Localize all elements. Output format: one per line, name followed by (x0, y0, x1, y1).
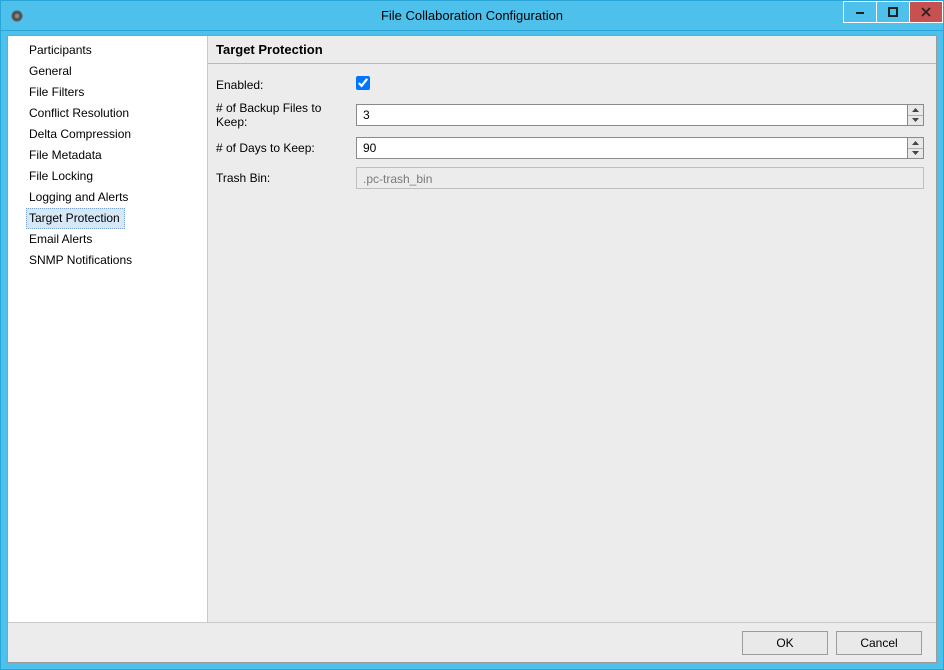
spinner-days-to-keep (908, 137, 924, 159)
input-trash-bin: .pc-trash_bin (356, 167, 924, 189)
section-title: Target Protection (208, 36, 936, 64)
sidebar-item-logging-and-alerts[interactable]: Logging and Alerts (26, 187, 133, 208)
app-icon (9, 8, 25, 24)
sidebar-item-general[interactable]: General (26, 61, 77, 82)
maximize-button[interactable] (876, 1, 910, 23)
row-trash-bin: Trash Bin: .pc-trash_bin (216, 167, 924, 189)
input-backup-files[interactable] (356, 104, 908, 126)
sidebar-item-snmp-notifications[interactable]: SNMP Notifications (26, 250, 137, 271)
sidebar-item-file-metadata[interactable]: File Metadata (26, 145, 107, 166)
spinner-up-icon[interactable] (908, 138, 923, 149)
client-area: Participants General File Filters Confli… (1, 31, 943, 669)
button-bar: OK Cancel (8, 622, 936, 662)
spinner-backup-files (908, 104, 924, 126)
spinner-down-icon[interactable] (908, 149, 923, 159)
sidebar-item-file-locking[interactable]: File Locking (26, 166, 98, 187)
window-controls (844, 1, 943, 23)
label-trash-bin: Trash Bin: (216, 171, 356, 185)
label-backup-files: # of Backup Files to Keep: (216, 101, 356, 129)
spinner-up-icon[interactable] (908, 105, 923, 116)
window-title: File Collaboration Configuration (1, 8, 943, 23)
row-days-to-keep: # of Days to Keep: (216, 137, 924, 159)
close-button[interactable] (909, 1, 943, 23)
sidebar-item-file-filters[interactable]: File Filters (26, 82, 89, 103)
dialog-window: File Collaboration Configuration Partici… (0, 0, 944, 670)
input-days-to-keep[interactable] (356, 137, 908, 159)
row-backup-files: # of Backup Files to Keep: (216, 101, 924, 129)
sidebar-item-delta-compression[interactable]: Delta Compression (26, 124, 136, 145)
row-enabled: Enabled: (216, 76, 924, 93)
sidebar-item-email-alerts[interactable]: Email Alerts (26, 229, 97, 250)
form-area: Enabled: # of Backup Files to Keep: (208, 64, 936, 197)
ok-button[interactable]: OK (742, 631, 828, 655)
minimize-button[interactable] (843, 1, 877, 23)
label-enabled: Enabled: (216, 78, 356, 92)
spinner-down-icon[interactable] (908, 116, 923, 126)
sidebar-item-conflict-resolution[interactable]: Conflict Resolution (26, 103, 134, 124)
body-row: Participants General File Filters Confli… (8, 36, 936, 622)
sidebar: Participants General File Filters Confli… (8, 36, 208, 622)
sidebar-item-participants[interactable]: Participants (26, 40, 97, 61)
titlebar: File Collaboration Configuration (1, 1, 943, 31)
inner-panel: Participants General File Filters Confli… (7, 35, 937, 663)
main-panel: Target Protection Enabled: # of Backup F… (208, 36, 936, 622)
cancel-button[interactable]: Cancel (836, 631, 922, 655)
checkbox-enabled[interactable] (356, 76, 370, 90)
sidebar-item-target-protection[interactable]: Target Protection (26, 208, 125, 229)
label-days-to-keep: # of Days to Keep: (216, 141, 356, 155)
